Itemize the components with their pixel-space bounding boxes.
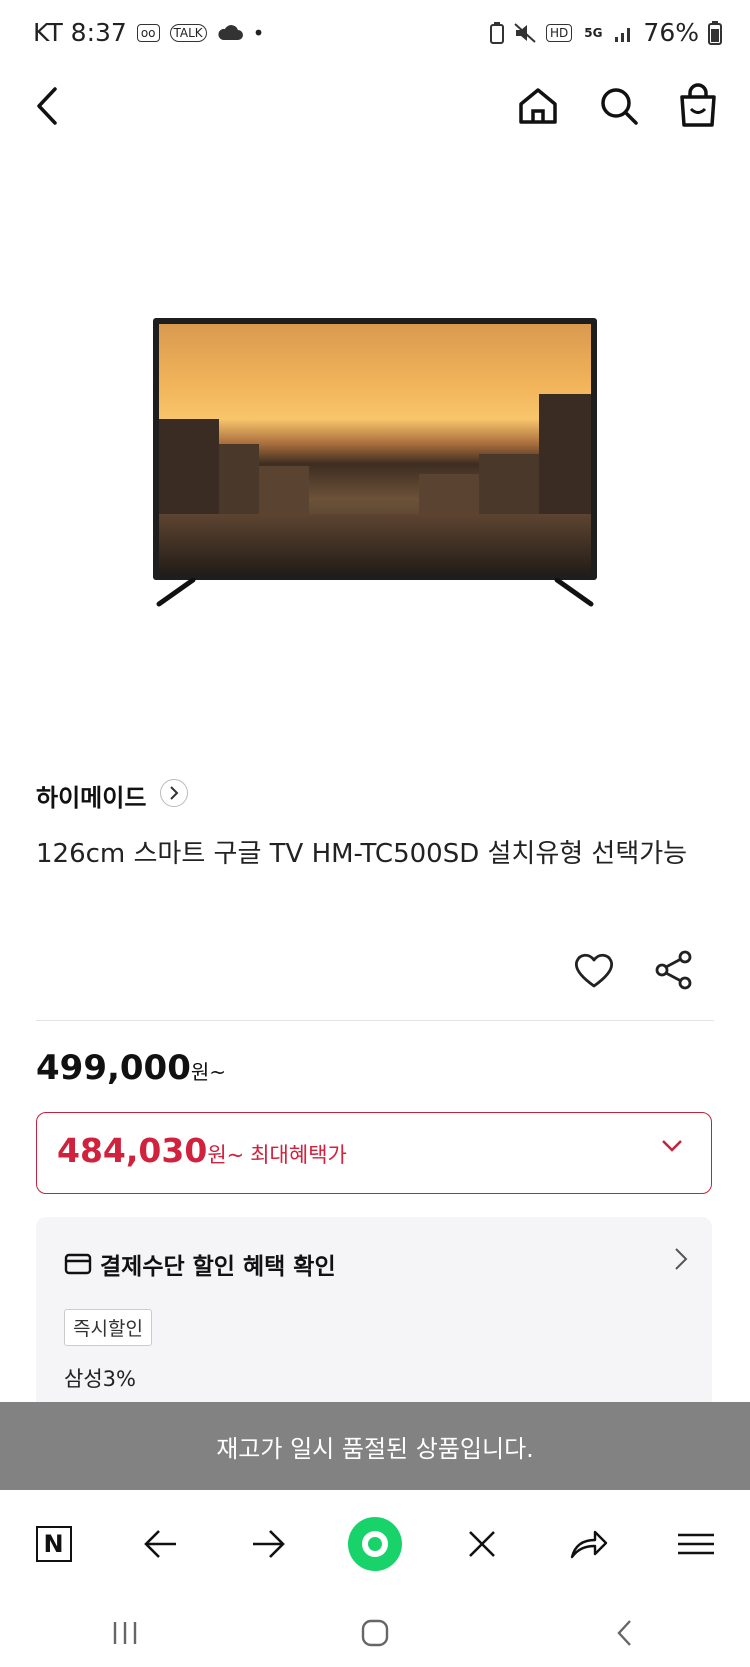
cart-button[interactable] [670, 78, 726, 134]
toast-message: 재고가 일시 품절된 상품입니다. [216, 1434, 534, 1463]
home-button[interactable] [510, 78, 566, 134]
shopping-bag-icon [680, 83, 716, 127]
battery-saver-icon [489, 21, 504, 44]
sold-out-toast: 재고가 일시 품절된 상품입니다. [0, 1402, 750, 1490]
tv-screen [153, 318, 597, 580]
back-nav-button[interactable] [595, 1603, 655, 1663]
product-title: 126cm 스마트 구글 TV HM-TC500SD 설치유형 선택가능 [36, 839, 688, 869]
menu-button[interactable] [666, 1514, 726, 1574]
tv-stand-left [156, 578, 196, 607]
talk-icon: TALK [169, 23, 207, 42]
signal-icon [615, 27, 631, 42]
search-icon [601, 88, 638, 125]
instant-discount-tag: 즉시할인 [64, 1309, 152, 1346]
back-chevron-icon [617, 1619, 631, 1646]
menu-icon [678, 1533, 715, 1555]
n-logo-icon: N [35, 1526, 72, 1562]
cloud-icon [218, 24, 243, 40]
tv-scenery [159, 324, 591, 574]
home-square-icon [361, 1619, 389, 1646]
arrow-left-icon [143, 1530, 176, 1558]
browser-back-button[interactable] [131, 1514, 191, 1574]
battery-text: 76% [643, 18, 699, 47]
naver-home-button[interactable]: N [24, 1514, 84, 1574]
home-icon [519, 88, 557, 124]
price-unit: 원~ [190, 1060, 227, 1084]
dot-icon: • [252, 20, 265, 45]
n-logo-label: N [43, 1530, 64, 1558]
green-dot-button[interactable] [345, 1514, 405, 1574]
chevron-down-icon [662, 1140, 682, 1152]
share-button[interactable] [646, 942, 702, 998]
payment-discount-title: 결제수단 할인 혜택 확인 [64, 1247, 336, 1281]
browser-toolbar: N [0, 1490, 750, 1598]
status-right: HD 5G 76% [489, 18, 722, 47]
chevron-right-icon [675, 1248, 688, 1270]
recent-apps-icon [113, 1621, 137, 1644]
share-page-button[interactable] [559, 1514, 619, 1574]
green-dot-icon [347, 1517, 402, 1571]
share-arrow-icon [571, 1530, 608, 1559]
browser-forward-button[interactable] [238, 1514, 298, 1574]
system-navigation-bar [0, 1598, 750, 1667]
brand-name[interactable]: 하이메이드 [36, 778, 146, 813]
tv-stand-right [554, 578, 594, 607]
back-arrow-icon [37, 87, 57, 125]
home-nav-button[interactable] [345, 1603, 405, 1663]
price-value: 499,000 [36, 1048, 191, 1088]
search-button[interactable] [591, 78, 647, 134]
divider [36, 1020, 714, 1021]
status-bar: KT 8:37 oo TALK • HD 5G 76% [0, 0, 750, 68]
arrow-right-icon [252, 1530, 285, 1558]
carrier-time: KT 8:37 [33, 18, 127, 47]
battery-icon [708, 20, 722, 45]
max-benefit-price-button[interactable]: 484,030원~ 최대혜택가 [36, 1112, 712, 1194]
payment-discount-label: 결제수단 할인 혜택 확인 [100, 1254, 336, 1280]
like-button[interactable] [566, 942, 622, 998]
brand-link-button[interactable] [160, 779, 188, 807]
share-icon [655, 950, 692, 990]
credit-card-icon [64, 1253, 92, 1275]
product-image[interactable] [153, 318, 597, 608]
payment-discount-card[interactable]: 결제수단 할인 혜택 확인 즉시할인 삼성3% [36, 1217, 712, 1417]
hd-icon: HD [545, 23, 573, 42]
network-icon: 5G [584, 25, 603, 40]
benefit-price: 484,030원~ 최대혜택가 [57, 1131, 347, 1170]
voicemail-icon: oo [136, 23, 160, 42]
price: 499,000원~ [36, 1048, 226, 1088]
chevron-right-icon [170, 786, 179, 800]
heart-icon [575, 953, 613, 988]
close-tab-button[interactable] [452, 1514, 512, 1574]
card-discount-detail: 삼성3% [64, 1367, 136, 1391]
benefit-price-unit: 원~ [207, 1143, 245, 1167]
benefit-price-value: 484,030 [57, 1131, 208, 1170]
close-icon [469, 1531, 496, 1557]
recent-apps-button[interactable] [95, 1603, 155, 1663]
benefit-label: 최대혜택가 [250, 1143, 347, 1167]
status-left: KT 8:37 oo TALK • [33, 18, 264, 47]
back-button[interactable] [20, 78, 76, 134]
mute-icon [514, 22, 536, 43]
